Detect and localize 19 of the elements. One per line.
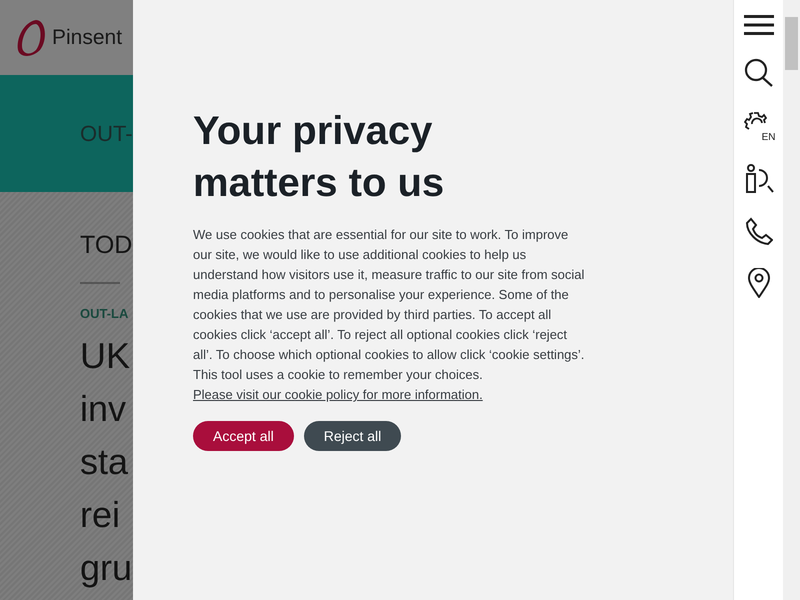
location-pin-icon[interactable] (748, 268, 770, 298)
section-heading: TOD (80, 230, 132, 260)
phone-icon[interactable] (744, 217, 772, 245)
banner-title: OUT- (80, 120, 133, 146)
reject-button[interactable]: Reject all (304, 421, 402, 451)
menu-icon[interactable] (744, 15, 774, 35)
headline-text[interactable]: UK (80, 329, 132, 382)
headline-text[interactable]: inv (80, 382, 132, 435)
dialog-text: We use cookies that are essential for our site to work. To improve our site, we would like to use additional cookies to help us understand how visitors use it, measure traffic to our site from social media platforms and to personalise your experience. Some of the cookies that we use are provided by third parties. To accept all cookies click ‘accept all’. To reject all optional cookies click ‘reject all’. To choose which optional cookies to allow click ‘cookie settings’. This tool uses a cookie to remember your choices. (193, 226, 585, 384)
headline-text[interactable]: rei (80, 488, 132, 541)
cookie-policy-link[interactable]: Please visit our cookie policy for more information. (193, 385, 483, 405)
headline-text[interactable]: gru (80, 541, 132, 594)
headline-text[interactable]: sta (80, 435, 132, 488)
accept-button[interactable]: Accept all (193, 421, 294, 451)
language-settings-button[interactable]: EN (744, 111, 774, 141)
logo-text[interactable]: Pinsent (52, 26, 122, 50)
person-search-icon[interactable] (744, 164, 774, 194)
dialog-title: Your privacy matters to us (193, 108, 446, 207)
search-icon[interactable] (744, 58, 774, 88)
